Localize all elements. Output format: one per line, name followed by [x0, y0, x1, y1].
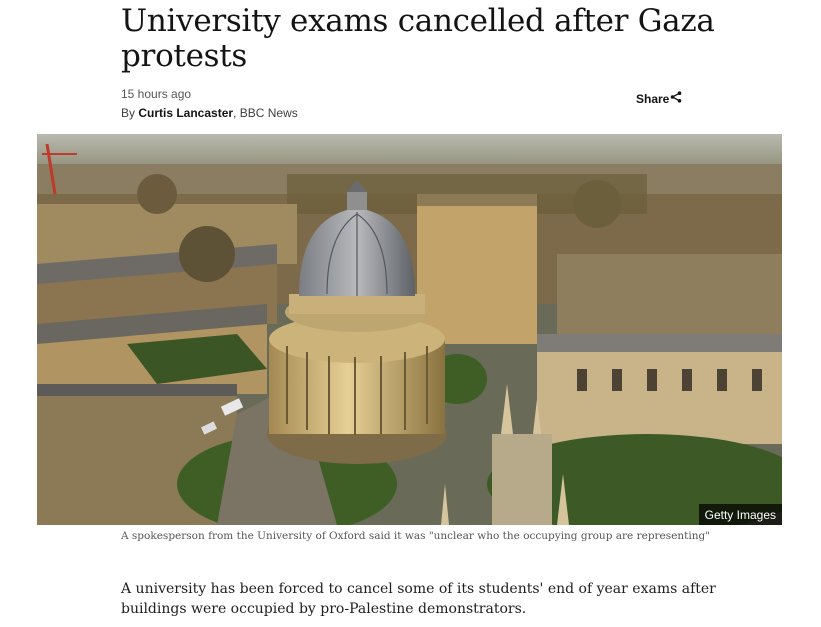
byline-source: , BBC News [233, 106, 298, 120]
share-icon [669, 91, 682, 106]
share-button[interactable]: Share [636, 91, 682, 106]
article-lede: A university has been forced to cancel s… [121, 581, 716, 617]
hero-image: Getty Images [37, 134, 782, 525]
byline-prefix: By [121, 106, 139, 120]
author-name[interactable]: Curtis Lancaster [138, 106, 233, 120]
image-credit: Getty Images [698, 504, 782, 525]
byline: By Curtis Lancaster, BBC News [121, 106, 298, 120]
article-timestamp: 15 hours ago [121, 87, 192, 101]
share-label: Share [636, 91, 670, 106]
image-caption: A spokesperson from the University of Ox… [121, 530, 711, 542]
article-headline: University exams cancelled after Gaza pr… [121, 3, 715, 74]
